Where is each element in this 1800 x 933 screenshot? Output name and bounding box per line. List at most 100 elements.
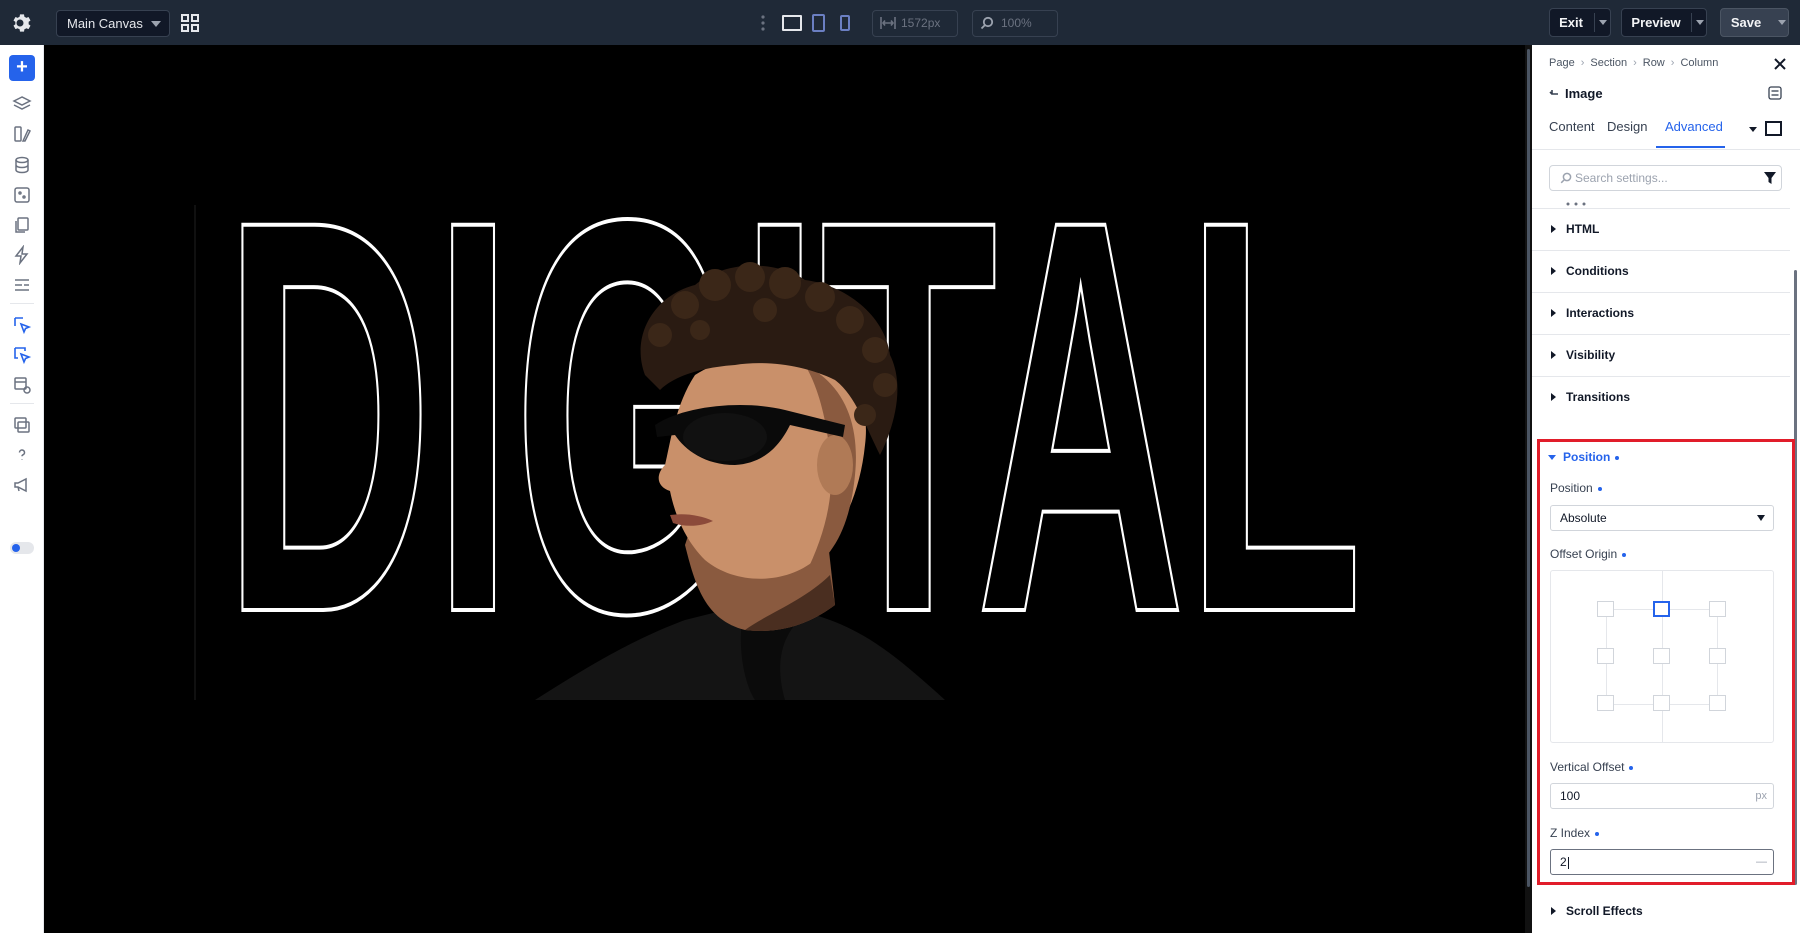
vertical-offset-value: 100 <box>1560 789 1581 803</box>
tab-content[interactable]: Content <box>1549 119 1595 134</box>
chevron-down-icon <box>151 21 161 27</box>
origin-bottom-left[interactable] <box>1597 695 1614 711</box>
add-element-button[interactable]: + <box>9 55 35 81</box>
offset-origin-picker <box>1550 570 1774 743</box>
left-toolbar: + <box>0 45 44 933</box>
chevron-right-icon <box>1551 225 1556 233</box>
close-icon[interactable] <box>1773 57 1787 71</box>
panel-resize-handle[interactable] <box>1525 45 1532 933</box>
section-transitions[interactable]: Transitions <box>1532 376 1790 418</box>
chevron-down-icon[interactable] <box>1778 20 1786 25</box>
origin-bottom-right[interactable] <box>1709 695 1726 711</box>
chevron-right-icon <box>1551 351 1556 359</box>
zoom-field[interactable]: 100% <box>972 10 1058 37</box>
help-icon[interactable] <box>12 445 32 465</box>
presets-icon[interactable] <box>12 185 32 205</box>
pages-icon[interactable] <box>12 215 32 235</box>
section-html[interactable]: HTML <box>1532 208 1790 250</box>
builder-canvas[interactable]: DIGITAL <box>45 45 1525 933</box>
offset-origin-label: Offset Origin <box>1550 547 1627 561</box>
tab-advanced[interactable]: Advanced <box>1665 119 1723 134</box>
chevron-down-icon[interactable] <box>1548 455 1556 460</box>
chevron-down-icon[interactable] <box>1696 20 1704 25</box>
filter-icon[interactable] <box>1764 172 1776 184</box>
ellipsis-icon <box>1566 202 1586 206</box>
section-interactions[interactable]: Interactions <box>1532 292 1790 334</box>
settings-panel: Page › Section › Row › Column Image Cont… <box>1525 45 1800 933</box>
section-visibility[interactable]: Visibility <box>1532 334 1790 376</box>
section-conditions[interactable]: Conditions <box>1532 250 1790 292</box>
back-arrow-icon[interactable] <box>1549 89 1559 99</box>
chevron-right-icon <box>1551 393 1556 401</box>
width-icon <box>880 17 896 29</box>
chevron-right-icon <box>1551 309 1556 317</box>
origin-center[interactable] <box>1653 648 1670 664</box>
canvas-selector[interactable]: Main Canvas <box>56 10 170 37</box>
sliders-icon[interactable] <box>1768 86 1782 100</box>
vertical-offset-input[interactable]: 100 px <box>1550 783 1774 809</box>
search-icon <box>980 16 994 30</box>
origin-top-center[interactable] <box>1653 601 1670 617</box>
z-index-unit[interactable]: — <box>1756 850 1767 874</box>
preview-button[interactable]: Preview <box>1621 8 1707 37</box>
section-position-heading[interactable]: Position <box>1563 450 1620 464</box>
tablet-view-icon[interactable] <box>812 14 825 32</box>
chevron-right-icon <box>1551 907 1556 915</box>
chevron-right-icon <box>1551 267 1556 275</box>
zoom-value: 100% <box>1001 16 1032 30</box>
position-field-label: Position <box>1550 481 1602 495</box>
z-index-value: 2 <box>1560 855 1567 869</box>
lightning-icon[interactable] <box>12 245 32 265</box>
z-index-input[interactable]: 2 — <box>1550 849 1774 875</box>
section-visibility-label: Visibility <box>1566 348 1616 362</box>
breadcrumb-page[interactable]: Page <box>1549 57 1575 69</box>
phone-view-icon[interactable] <box>840 15 850 31</box>
breadcrumb-section[interactable]: Section <box>1590 57 1627 69</box>
layers-icon[interactable] <box>12 94 32 114</box>
canvas-width-field[interactable]: 1572px <box>872 10 958 37</box>
settings-search-input[interactable]: Search settings... <box>1549 165 1782 191</box>
database-icon[interactable] <box>12 155 32 175</box>
tab-design[interactable]: Design <box>1607 119 1647 134</box>
origin-center-right[interactable] <box>1709 648 1726 664</box>
canvas-width-value: 1572px <box>901 16 941 30</box>
megaphone-icon[interactable] <box>12 475 32 495</box>
origin-top-left[interactable] <box>1597 601 1614 617</box>
dark-mode-toggle[interactable] <box>10 542 34 554</box>
breadcrumb-column[interactable]: Column <box>1680 57 1718 69</box>
origin-top-right[interactable] <box>1709 601 1726 617</box>
windows-icon[interactable] <box>12 415 32 435</box>
expand-panel-icon[interactable] <box>1765 121 1782 136</box>
element-title: Image <box>1565 86 1603 101</box>
grid-icon[interactable] <box>181 14 199 32</box>
section-html-label: HTML <box>1566 222 1600 236</box>
desktop-view-icon[interactable] <box>782 15 802 31</box>
save-button[interactable]: Save <box>1720 8 1789 37</box>
section-scroll-effects[interactable]: Scroll Effects <box>1532 891 1790 933</box>
exit-button[interactable]: Exit <box>1549 8 1611 37</box>
active-tab-indicator <box>1656 146 1725 148</box>
click-cursor-icon[interactable] <box>12 315 32 335</box>
chevron-down-icon[interactable] <box>1749 127 1757 132</box>
more-vertical-icon[interactable] <box>760 14 766 32</box>
origin-bottom-center[interactable] <box>1653 695 1670 711</box>
gear-icon[interactable] <box>10 11 34 35</box>
search-icon <box>1560 172 1572 184</box>
section-interactions-label: Interactions <box>1566 306 1635 320</box>
design-library-icon[interactable] <box>12 124 32 144</box>
vertical-offset-label: Vertical Offset <box>1550 760 1634 774</box>
section-scroll-effects-label: Scroll Effects <box>1566 904 1643 918</box>
multi-select-icon[interactable] <box>12 345 32 365</box>
chevron-down-icon[interactable] <box>1599 20 1607 25</box>
breadcrumb-row[interactable]: Row <box>1643 57 1665 69</box>
layout-settings-icon[interactable] <box>12 375 32 395</box>
vertical-offset-unit[interactable]: px <box>1755 784 1767 808</box>
chevron-down-icon <box>1757 515 1765 521</box>
section-conditions-label: Conditions <box>1566 264 1629 278</box>
section-transitions-label: Transitions <box>1566 390 1631 404</box>
sections-icon[interactable] <box>12 275 32 295</box>
canvas-selector-label: Main Canvas <box>67 16 143 31</box>
position-select[interactable]: Absolute <box>1550 505 1774 531</box>
save-button-label: Save <box>1730 15 1762 30</box>
origin-center-left[interactable] <box>1597 648 1614 664</box>
